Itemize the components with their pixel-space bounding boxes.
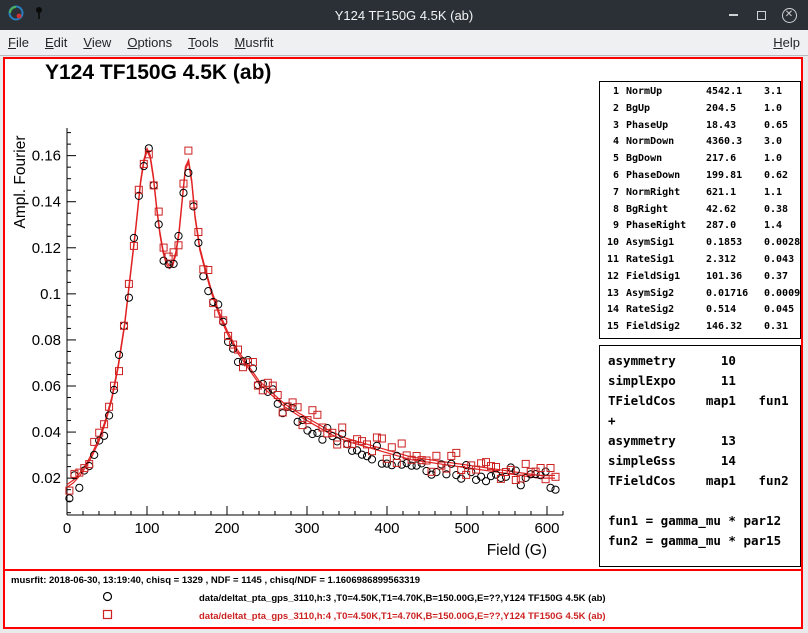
param-row: 4NormDown4360.33.0 [604,134,796,151]
maximize-icon [757,11,766,20]
theory-line: + [608,411,792,431]
fit-info-line: musrfit: 2018-06-30, 13:19:40, chisq = 1… [11,575,420,586]
svg-text:Ampl. Fourier: Ampl. Fourier [12,135,29,228]
menu-item-view[interactable]: View [75,32,119,53]
svg-text:Field (G): Field (G) [487,542,547,559]
svg-text:0.12: 0.12 [32,240,61,257]
svg-text:0.14: 0.14 [32,194,61,211]
param-row: 13AsymSig20.017160.00098 [604,286,796,303]
theory-line [608,491,792,511]
svg-text:0.04: 0.04 [32,424,61,441]
window-title: Y124 TF150G 4.5K (ab) [0,8,808,23]
minimize-icon [729,14,738,16]
svg-text:0.06: 0.06 [32,378,61,395]
svg-text:300: 300 [294,520,319,537]
plot-title: Y124 TF150G 4.5K (ab) [45,61,271,85]
param-row: 11RateSig12.3120.043 [604,252,796,269]
menu-item-help[interactable]: Help [765,32,808,53]
param-row: 12FieldSig1101.360.37 [604,269,796,286]
fit-parameters-box: 1NormUp4542.13.12BgUp204.51.03PhaseUp18.… [599,81,801,339]
param-row: 2BgUp204.51.0 [604,101,796,118]
svg-text:0.08: 0.08 [32,332,61,349]
pin-icon[interactable] [33,6,45,25]
legend-circle-marker-icon [102,589,113,607]
svg-text:0: 0 [63,520,71,537]
theory-line: fun2 = gamma_mu * par15 [608,531,792,551]
menu-item-musrfit[interactable]: Musrfit [227,32,282,53]
menu-item-options[interactable]: Options [119,32,180,53]
legend-row: data/deltat_pta_gps_3110,h:4 ,T0=4.50K,T… [5,610,801,622]
theory-line: simplExpo 11 [608,371,792,391]
minimize-button[interactable] [724,6,742,24]
fourier-plot[interactable]: 0 100 200 300 400 500 600 0.02 0.04 0.06 0.08 0.1 0.… [5,99,601,569]
theory-line: fun1 = gamma_mu * par12 [608,511,792,531]
svg-text:0.02: 0.02 [32,470,61,487]
application-window: { "window": { "title": "Y124 TF150G 4.5K… [0,0,808,633]
svg-text:100: 100 [134,520,159,537]
svg-text:500: 500 [454,520,479,537]
svg-text:0.1: 0.1 [40,286,61,303]
svg-text:0.16: 0.16 [32,148,61,165]
param-row: 1NormUp4542.13.1 [604,84,796,101]
plot-pad[interactable]: Y124 TF150G 4.5K (ab) 0 100 200 300 400 500 60… [3,57,803,571]
theory-line: simpleGss 14 [608,451,792,471]
menu-item-tools[interactable]: Tools [180,32,226,53]
svg-text:200: 200 [214,520,239,537]
close-icon: ✕ [782,8,797,23]
close-button[interactable]: ✕ [780,6,798,24]
legend-label: data/deltat_pta_gps_3110,h:3 ,T0=4.50K,T… [199,593,606,604]
param-row: 15FieldSig2146.320.31 [604,319,796,336]
fit-parameters-rows: 1NormUp4542.13.12BgUp204.51.03PhaseUp18.… [604,84,796,336]
param-row: 7NormRight621.11.1 [604,185,796,202]
param-row: 14RateSig20.5140.045 [604,302,796,319]
theory-line: TFieldCos map1 fun1 [608,391,792,411]
theory-line: asymmetry 10 [608,351,792,371]
root-canvas: Y124 TF150G 4.5K (ab) 0 100 200 300 400 500 60… [0,56,808,633]
menu-item-file[interactable]: File [0,32,37,53]
menubar: File Edit View Options Tools Musrfit Hel… [0,30,808,56]
app-icon[interactable] [8,5,24,26]
param-row: 8BgRight42.620.38 [604,202,796,219]
theory-line: TFieldCos map1 fun2 [608,471,792,491]
param-row: 5BgDown217.61.0 [604,151,796,168]
param-row: 6PhaseDown199.810.62 [604,168,796,185]
titlebar[interactable]: Y124 TF150G 4.5K (ab) ✕ [0,0,808,30]
info-pad: musrfit: 2018-06-30, 13:19:40, chisq = 1… [3,569,803,629]
legend-label: data/deltat_pta_gps_3110,h:4 ,T0=4.50K,T… [199,611,606,622]
legend-square-marker-icon [102,607,113,625]
theory-line: asymmetry 13 [608,431,792,451]
menu-item-edit[interactable]: Edit [37,32,75,53]
svg-text:600: 600 [534,520,559,537]
param-row: 3PhaseUp18.430.65 [604,118,796,135]
param-row: 10AsymSig10.18530.0028 [604,235,796,252]
theory-box: asymmetry 10simplExpo 11TFieldCos map1 f… [599,345,801,567]
svg-text:400: 400 [374,520,399,537]
param-row: 9PhaseRight287.01.4 [604,218,796,235]
maximize-button[interactable] [752,6,770,24]
legend-row: data/deltat_pta_gps_3110,h:3 ,T0=4.50K,T… [5,592,801,604]
